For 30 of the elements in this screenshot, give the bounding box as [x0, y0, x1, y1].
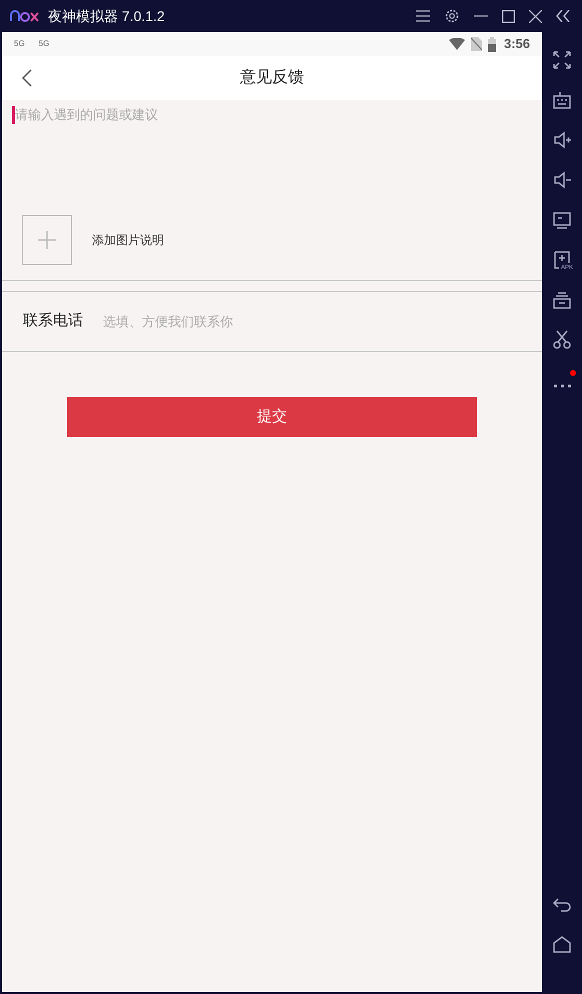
signal-label: 5G — [38, 38, 50, 50]
keyboard-icon[interactable] — [552, 90, 572, 110]
volume-down-icon[interactable] — [552, 170, 572, 190]
minimize-icon[interactable] — [474, 15, 488, 17]
maximize-icon[interactable] — [502, 10, 515, 22]
contact-label: 联系电话 — [23, 311, 83, 332]
wifi-icon — [448, 38, 465, 50]
add-image-label: 添加图片说明 — [92, 232, 164, 249]
plus-icon — [38, 231, 56, 249]
apk-file-icon[interactable] — [552, 250, 572, 270]
signal-label: 5G — [14, 38, 25, 50]
settings-icon[interactable] — [444, 8, 460, 24]
submit-button[interactable]: 提交 — [67, 397, 477, 437]
close-icon[interactable] — [529, 10, 542, 22]
window-title: 夜神模拟器 7.0.1.2 — [48, 6, 165, 26]
menu-icon[interactable] — [416, 10, 430, 22]
monitor-icon[interactable] — [552, 210, 572, 230]
no-sim-icon — [470, 37, 482, 51]
collapse-icon[interactable] — [556, 10, 570, 22]
home-icon[interactable] — [552, 934, 572, 954]
status-time: 3:56 — [504, 35, 530, 54]
phone-input[interactable]: 选填、方便我们联系你 — [103, 312, 483, 332]
logo-icon — [10, 10, 40, 22]
scissors-icon[interactable] — [552, 330, 572, 350]
stack-icon[interactable] — [552, 290, 572, 310]
feedback-input[interactable]: 请输入遇到的问题或建议 — [15, 106, 515, 124]
page-title: 意见反馈 — [240, 68, 304, 88]
fullscreen-icon[interactable] — [552, 50, 572, 70]
battery-icon — [488, 36, 496, 52]
volume-up-icon[interactable] — [552, 130, 572, 150]
